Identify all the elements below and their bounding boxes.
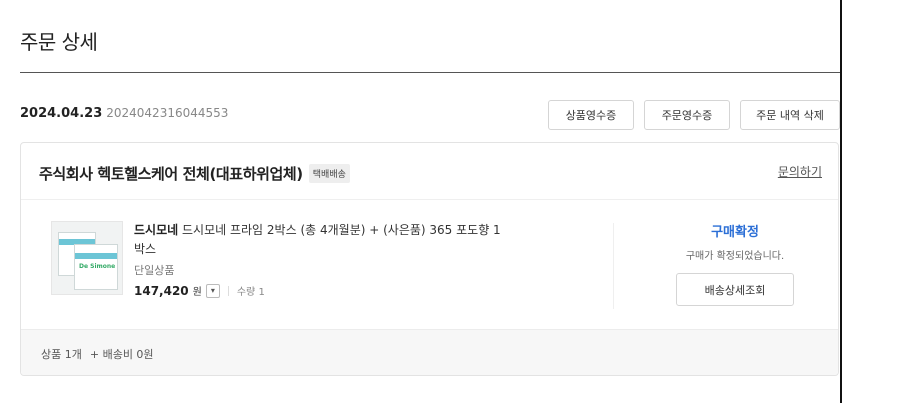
product-info: 드시모네 드시모네 프라임 2박스 (총 4개월분) + (사은품) 365 포… [134, 221, 504, 298]
order-number: 2024042316044553 [106, 106, 229, 120]
inquiry-link[interactable]: 문의하기 [778, 163, 822, 180]
window-edge [840, 0, 842, 403]
price-row: 147,420 원 ▾ 수량 1 [134, 283, 504, 298]
product-price: 147,420 [134, 283, 189, 298]
product-brand: 드시모네 [134, 223, 179, 237]
divider [227, 285, 229, 296]
card-divider [21, 199, 838, 200]
product-title: 드시모네 프라임 2박스 (총 4개월분) + (사은품) 365 포도향 1박… [134, 223, 501, 256]
shipping-badge: 택배배송 [308, 164, 350, 183]
seller-row: 주식회사 헥토헬스케어 전체(대표하위업체) 택배배송 [39, 163, 350, 184]
package-front: De Simone [74, 244, 118, 290]
status-description: 구매가 확정되었습니다. [685, 251, 785, 262]
delivery-detail-button[interactable]: 배송상세조회 [676, 273, 794, 306]
product-quantity: 수량 1 [236, 287, 265, 298]
product-option: 단일상품 [134, 264, 175, 277]
summary-items: 상품 1개 [41, 348, 82, 361]
product-receipt-button[interactable]: 상품영수증 [548, 100, 634, 130]
order-date: 2024.04.23 [20, 106, 103, 121]
page-title: 주문 상세 [20, 30, 98, 54]
status-title: 구매확정 [711, 225, 759, 240]
order-actions: 상품영수증 주문영수증 주문 내역 삭제 [548, 100, 840, 130]
title-divider [20, 72, 840, 73]
seller-name[interactable]: 주식회사 헥토헬스케어 전체(대표하위업체) [39, 163, 303, 184]
summary-shipping: + 배송비 0원 [89, 348, 154, 361]
chevron-down-icon[interactable]: ▾ [205, 283, 220, 298]
product-title-block[interactable]: 드시모네 드시모네 프라임 2박스 (총 4개월분) + (사은품) 365 포… [134, 221, 504, 259]
vertical-divider [613, 223, 614, 309]
product-thumbnail[interactable]: De Simone [51, 221, 123, 295]
order-summary: 상품 1개 + 배송비 0원 [21, 329, 838, 375]
delete-order-button[interactable]: 주문 내역 삭제 [740, 100, 840, 130]
order-receipt-button[interactable]: 주문영수증 [644, 100, 730, 130]
order-header: 2024.04.23 2024042316044553 [20, 106, 228, 121]
thumbnail-brand-text: De Simone [79, 263, 116, 270]
order-card: 주식회사 헥토헬스케어 전체(대표하위업체) 택배배송 문의하기 De Simo… [20, 142, 839, 376]
currency-label: 원 [192, 287, 202, 298]
order-status: 구매확정 구매가 확정되었습니다. 배송상세조회 [635, 221, 835, 306]
